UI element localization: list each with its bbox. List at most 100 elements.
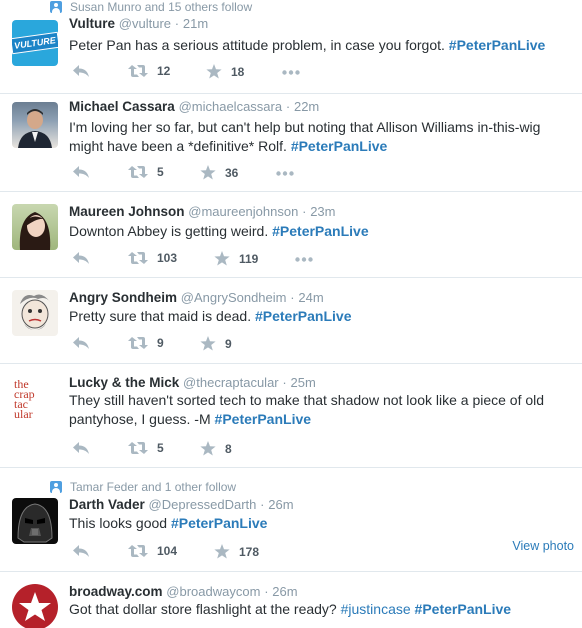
retweet-icon — [128, 166, 148, 178]
favorite-star-icon — [214, 251, 230, 266]
favorite-star-icon — [200, 441, 216, 456]
hashtag-link[interactable]: #PeterPanLive — [171, 515, 268, 531]
favorite-count: 36 — [225, 165, 239, 180]
reply-button[interactable] — [72, 64, 90, 78]
favorite-button[interactable]: 9 — [200, 336, 232, 351]
user-handle[interactable]: @michaelcassara — [179, 99, 283, 114]
broadway-star-logo — [19, 592, 51, 621]
avatar[interactable] — [12, 584, 58, 628]
hashtag-link[interactable]: #justincase — [341, 601, 411, 617]
tweet[interactable]: Tamar Feder and 1 other follow Darth Vad… — [0, 468, 582, 572]
more-button[interactable] — [276, 171, 294, 176]
favorite-count: 18 — [231, 64, 245, 79]
retweet-count: 5 — [157, 165, 164, 179]
tweet-header: broadway.com @broadwaycom · 26m — [69, 584, 298, 599]
retweet-icon — [128, 442, 148, 454]
timestamp[interactable]: 26m — [268, 497, 293, 512]
darth-vader-helmet — [17, 503, 53, 543]
timestamp[interactable]: 25m — [291, 375, 316, 390]
follow-context: Tamar Feder and 1 other follow — [50, 480, 236, 494]
user-name[interactable]: broadway.com — [69, 584, 163, 599]
reply-button[interactable] — [72, 441, 90, 455]
follow-context: Susan Munro and 15 others follow — [50, 0, 252, 14]
user-handle[interactable]: @vulture — [119, 16, 171, 31]
woman-portrait-photo — [19, 212, 51, 250]
avatar[interactable]: VULTURE — [12, 20, 58, 66]
user-handle[interactable]: @AngrySondheim — [181, 290, 287, 305]
tweet[interactable]: Maureen Johnson @maureenjohnson · 23m Do… — [0, 192, 582, 278]
user-name[interactable]: Maureen Johnson — [69, 204, 185, 219]
user-handle[interactable]: @broadwaycom — [166, 584, 260, 599]
user-name[interactable]: Lucky & the Mick — [69, 375, 179, 390]
tweet[interactable]: Angry Sondheim @AngrySondheim · 24m Pret… — [0, 278, 582, 364]
reply-button[interactable] — [72, 336, 90, 350]
reply-button[interactable] — [72, 251, 90, 265]
favorite-count: 8 — [225, 441, 232, 456]
hashtag-link[interactable]: #PeterPanLive — [255, 308, 352, 324]
user-handle[interactable]: @DepressedDarth — [149, 497, 257, 512]
favorite-star-icon — [200, 336, 216, 351]
favorite-count: 178 — [239, 544, 260, 559]
avatar[interactable]: the crap tac ular — [12, 376, 58, 422]
favorite-star-icon — [214, 544, 230, 559]
tweet[interactable]: Susan Munro and 15 others follow VULTURE… — [0, 0, 582, 94]
reply-icon — [73, 252, 89, 264]
retweet-icon — [128, 337, 148, 349]
user-name[interactable]: Michael Cassara — [69, 99, 175, 114]
timestamp[interactable]: 24m — [298, 290, 323, 305]
favorite-button[interactable]: 36 — [200, 165, 238, 180]
avatar[interactable] — [12, 498, 58, 544]
more-button[interactable] — [282, 70, 300, 75]
reply-button[interactable] — [72, 544, 90, 558]
retweet-button[interactable]: 103 — [128, 251, 177, 265]
tweet[interactable]: Michael Cassara @michaelcassara · 22m I'… — [0, 94, 582, 192]
reply-icon — [73, 337, 89, 349]
avatar-logo-text: VULTURE — [12, 31, 58, 55]
timestamp[interactable]: 26m — [272, 584, 297, 599]
more-button[interactable] — [295, 257, 313, 262]
caricature-drawing — [20, 294, 50, 330]
retweet-button[interactable]: 12 — [128, 64, 170, 78]
user-handle[interactable]: @maureenjohnson — [188, 204, 298, 219]
avatar[interactable] — [12, 290, 58, 336]
reply-icon — [73, 545, 89, 557]
timestamp[interactable]: 21m — [183, 16, 208, 31]
hashtag-link[interactable]: #PeterPanLive — [272, 223, 369, 239]
user-name[interactable]: Angry Sondheim — [69, 290, 177, 305]
favorite-button[interactable]: 18 — [206, 64, 244, 79]
hashtag-link[interactable]: #PeterPanLive — [291, 138, 388, 154]
tweet-header: Vulture @vulture · 21m — [69, 16, 209, 31]
user-handle[interactable]: @thecraptacular — [183, 375, 279, 390]
favorite-count: 119 — [239, 251, 259, 266]
retweet-icon — [128, 65, 148, 77]
retweet-count: 9 — [157, 336, 164, 350]
retweet-button[interactable]: 104 — [128, 544, 177, 558]
favorite-button[interactable]: 8 — [200, 441, 232, 456]
retweet-button[interactable]: 5 — [128, 441, 164, 455]
retweet-count: 12 — [157, 64, 171, 78]
user-name[interactable]: Vulture — [69, 16, 115, 31]
user-name[interactable]: Darth Vader — [69, 497, 145, 512]
view-photo-link[interactable]: View photo — [512, 539, 574, 553]
hashtag-link[interactable]: #PeterPanLive — [415, 601, 512, 617]
follow-context-text: Susan Munro and 15 others follow — [70, 0, 253, 14]
favorite-button[interactable]: 119 — [214, 251, 258, 266]
avatar[interactable] — [12, 204, 58, 250]
hashtag-link[interactable]: #PeterPanLive — [449, 37, 546, 53]
retweet-button[interactable]: 5 — [128, 165, 164, 179]
timestamp[interactable]: 22m — [294, 99, 319, 114]
tweet-text: They still haven't sorted tech to make t… — [69, 392, 545, 427]
tweet-header: Angry Sondheim @AngrySondheim · 24m — [69, 290, 324, 305]
favorite-button[interactable]: 178 — [214, 544, 259, 559]
reply-icon — [73, 65, 89, 77]
follow-context-person-icon — [50, 481, 62, 493]
hashtag-link[interactable]: #PeterPanLive — [215, 411, 312, 427]
follow-context-person-icon — [50, 1, 62, 13]
more-dots-icon — [295, 257, 313, 262]
tweet[interactable]: broadway.com @broadwaycom · 26m Got that… — [0, 572, 582, 628]
timestamp[interactable]: 23m — [310, 204, 335, 219]
reply-button[interactable] — [72, 165, 90, 179]
tweet[interactable]: the crap tac ular Lucky & the Mick @thec… — [0, 364, 582, 468]
avatar[interactable] — [12, 102, 58, 148]
retweet-button[interactable]: 9 — [128, 336, 164, 350]
